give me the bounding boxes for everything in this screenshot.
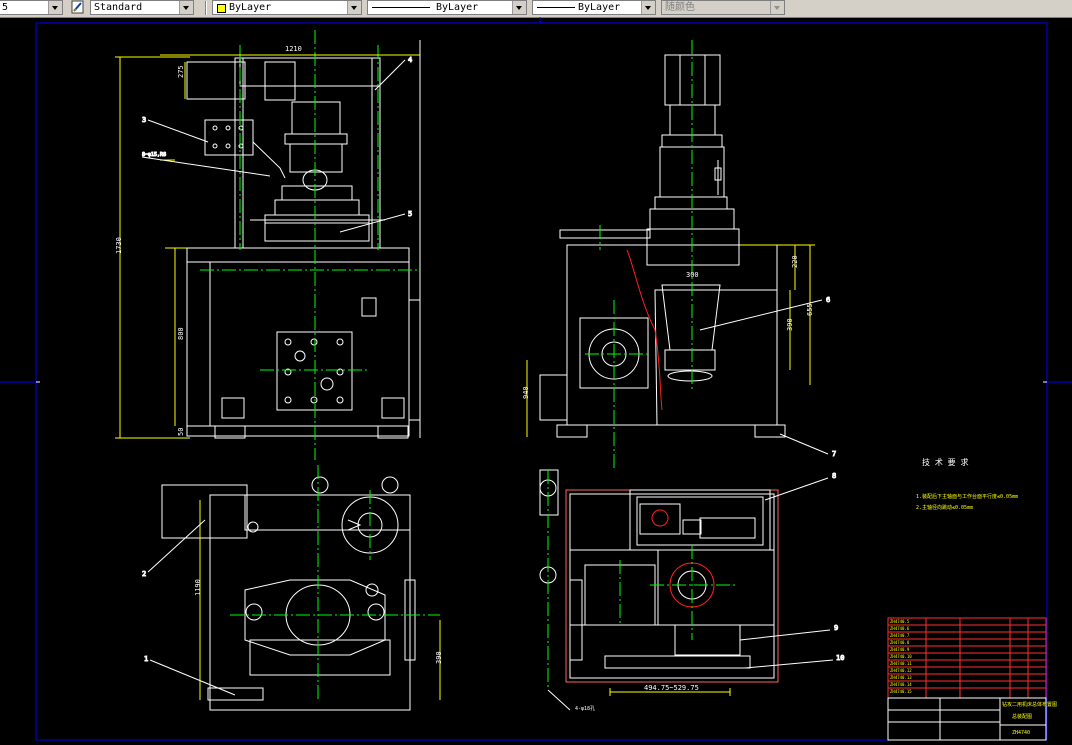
- chevron-down-icon[interactable]: [347, 1, 361, 14]
- part-row: ZH4740.15: [890, 689, 912, 694]
- text-style-value: Standard: [94, 2, 143, 13]
- dim-side-total: 655: [806, 303, 814, 316]
- part-row: ZH4740.9: [890, 647, 910, 652]
- linetype-control-value: ByLayer: [436, 2, 479, 13]
- top-plan-view: [539, 469, 779, 683]
- dim-plan-height: 1190: [194, 579, 202, 596]
- dim-side-upper: 220: [791, 255, 799, 268]
- text-style-partial-value: 5: [2, 2, 9, 13]
- title-block: [887, 617, 1047, 699]
- plan-view-centerlines: [230, 465, 440, 700]
- balloon-6: 6: [826, 296, 830, 304]
- part-row: ZH4740.10: [890, 654, 912, 659]
- technical-requirements: 技 术 要 求 1.装配后下主轴面与工作台面平行度≤0.05mm 2.主轴径向跳…: [916, 457, 1018, 511]
- part-row: ZH4740.8: [890, 640, 910, 645]
- dim-bottom-range: 494.75~529.75: [644, 684, 699, 692]
- chevron-down-icon[interactable]: [48, 1, 62, 14]
- lineweight-control-dropdown[interactable]: ByLayer: [532, 0, 656, 15]
- dim-total-height: 1730: [115, 237, 123, 254]
- dim-cone: 300: [686, 271, 699, 279]
- color-swatch: [217, 4, 226, 13]
- balloon-10: 10: [836, 654, 844, 662]
- balloon-9: 9: [834, 624, 838, 632]
- chevron-down-icon[interactable]: [179, 1, 193, 14]
- balloon-1: 1: [144, 655, 148, 663]
- plan-view-leaders: 2 1: [142, 519, 236, 696]
- front-view: [186, 57, 420, 439]
- balloon-4: 4: [408, 56, 412, 64]
- properties-toolbar: 5 Standard ByLayer ByLayer ByLayer 随颜色: [0, 0, 1072, 18]
- chevron-down-icon[interactable]: [641, 1, 655, 14]
- color-control-value: ByLayer: [229, 2, 272, 13]
- dim-side-mid: 390: [786, 318, 794, 331]
- linetype-control-dropdown[interactable]: ByLayer: [367, 0, 527, 15]
- tech-req-line2: 2.主轴径向跳动≤0.05mm: [916, 504, 973, 511]
- drawing-canvas[interactable]: 1210 1730 800 50 275 3 4 5 8~φ15,R8 220 …: [0, 17, 1072, 745]
- balloon-8: 8: [832, 472, 836, 480]
- side-view-dimension-text: 220 655 390 940 300: [522, 255, 814, 399]
- dim-base-height: 50: [177, 428, 185, 436]
- color-control-dropdown[interactable]: ByLayer: [212, 0, 362, 15]
- lineweight-preview: [537, 7, 575, 8]
- side-view-leaders: 6 7: [699, 296, 837, 459]
- drawing-scale-label: 总装配图: [1012, 713, 1032, 720]
- title-block-text: 钻攻二用机床总体布置图 总装配图 ZH4740: [1002, 701, 1057, 736]
- chevron-down-icon: [770, 1, 784, 14]
- balloon-7: 7: [832, 450, 836, 458]
- tech-req-title: 技 术 要 求: [922, 457, 968, 467]
- linetype-preview: [372, 7, 430, 8]
- side-view-dimensions: [526, 244, 815, 437]
- parts-list-text: ZH4740.5 ZH4740.6 ZH4740.7 ZH4740.8 ZH47…: [890, 619, 912, 694]
- dim-top-width: 1210: [285, 45, 302, 53]
- chevron-down-icon[interactable]: [512, 1, 526, 14]
- toolbar-separator: [205, 1, 207, 15]
- part-row: ZH4740.14: [890, 682, 912, 687]
- plotstyle-control-dropdown: 随颜色: [661, 0, 785, 15]
- part-row: ZH4740.11: [890, 661, 912, 666]
- text-style-dropdown[interactable]: Standard: [90, 0, 194, 15]
- text-style-dropdown-partial[interactable]: 5: [0, 0, 63, 15]
- hole-note-plan: 4-φ18孔: [575, 705, 595, 712]
- dim-plan-offset: 390: [435, 651, 443, 664]
- part-row: ZH4740.7: [890, 633, 910, 638]
- side-view: [539, 54, 786, 438]
- balloon-3: 3: [142, 116, 146, 124]
- top-plan-text: 494.75~529.75 4-φ18孔: [575, 684, 699, 712]
- drawing-number: ZH4740: [1012, 730, 1030, 736]
- part-row: ZH4740.5: [890, 619, 910, 624]
- part-row: ZH4740.13: [890, 675, 912, 680]
- drawing-name: 钻攻二用机床总体布置图: [1002, 701, 1057, 708]
- top-plan-leaders: 8 9 10: [547, 472, 845, 711]
- dim-side-cabinet: 940: [522, 386, 530, 399]
- front-view-centerlines: [200, 30, 420, 460]
- lineweight-control-value: ByLayer: [578, 2, 621, 13]
- dim-motor-height: 275: [177, 65, 185, 78]
- balloon-5: 5: [408, 210, 412, 218]
- hole-note-front: 8~φ15,R8: [142, 152, 166, 158]
- balloon-2: 2: [142, 570, 146, 578]
- text-style-manager-icon[interactable]: [70, 0, 86, 15]
- part-row: ZH4740.12: [890, 668, 912, 673]
- plotstyle-control-value: 随颜色: [665, 2, 695, 13]
- part-row: ZH4740.6: [890, 626, 910, 631]
- dim-cabinet-height: 800: [177, 327, 185, 340]
- tech-req-line1: 1.装配后下主轴面与工作台面平行度≤0.05mm: [916, 493, 1018, 500]
